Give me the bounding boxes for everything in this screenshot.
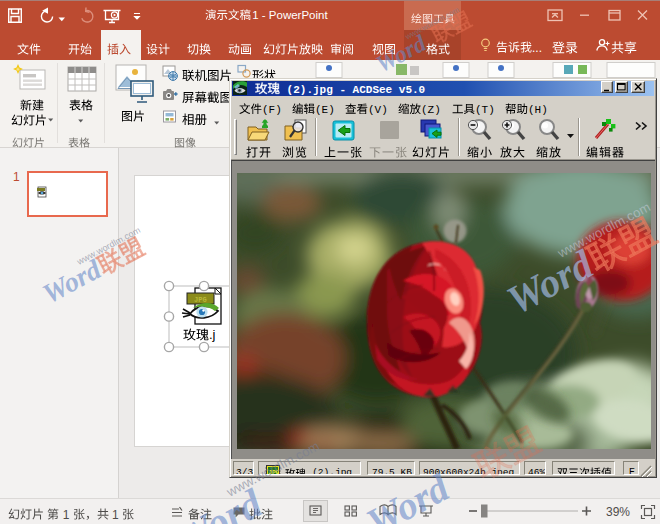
svg-text:JPG: JPG [194,296,207,304]
